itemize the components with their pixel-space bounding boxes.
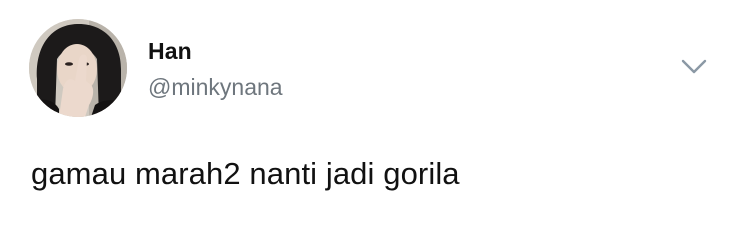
profile-photo (29, 19, 127, 117)
handle[interactable]: @minkynana (148, 74, 283, 101)
display-name[interactable]: Han (148, 38, 192, 65)
tweet-card: Han @minkynana gamau marah2 nanti jadi g… (0, 0, 735, 245)
tweet-text: gamau marah2 nanti jadi gorila (31, 156, 460, 191)
avatar[interactable] (29, 19, 127, 117)
chevron-down-icon[interactable] (679, 56, 709, 78)
